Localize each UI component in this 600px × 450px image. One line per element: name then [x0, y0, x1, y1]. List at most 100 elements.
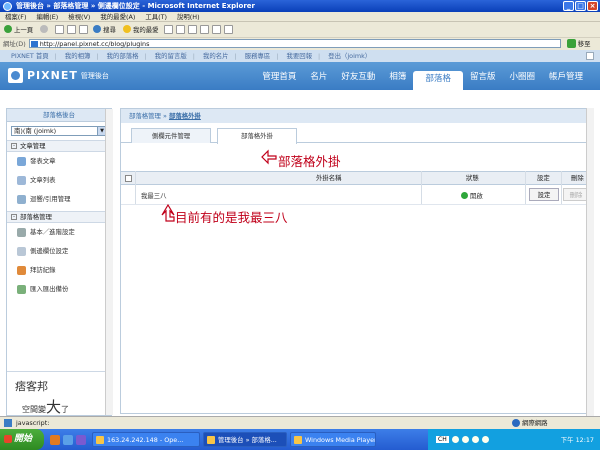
section-articles[interactable]: - 文章管理 [7, 140, 111, 152]
tray-icon[interactable] [481, 436, 489, 443]
nav-groups[interactable]: 小圈圈 [502, 70, 542, 90]
task-opera[interactable]: 163.24.242.148 - Ope... [92, 432, 200, 447]
clock: 下午 12:17 [560, 436, 594, 444]
history-icon[interactable] [175, 24, 185, 34]
task-ie[interactable]: 管理後台 » 部落格... [203, 432, 287, 447]
address-input[interactable]: http://panel.pixnet.cc/blog/plugins [28, 39, 561, 48]
tab-sidebar-widgets[interactable]: 側欄元件管理 [131, 128, 211, 143]
start-button[interactable]: 開始 [0, 429, 44, 450]
ie-icon[interactable] [63, 434, 73, 445]
go-arrow-icon [566, 39, 576, 48]
sidebar-scrollbar[interactable] [105, 109, 113, 415]
sidebar-item-post-list[interactable]: 文章列表 [7, 171, 111, 190]
nav-guestbook[interactable]: 留言版 [463, 70, 503, 90]
page-icon [4, 419, 12, 427]
search-button[interactable]: 搜尋 [91, 24, 118, 35]
topnav-link[interactable]: 服務專區 [242, 52, 274, 60]
sidebar-item-sidebar-settings[interactable]: 側邊欄位設定 [7, 242, 111, 261]
blog-select[interactable]: 南)(南 (joimk) ▼ [11, 126, 107, 136]
nav-friends[interactable]: 好友互動 [334, 70, 382, 90]
main-nav: 管理首頁 名片 好友互動 相簿 部落格 留言版 小圈圈 帳戶管理 [255, 62, 590, 90]
menu-help[interactable]: 說明(H) [172, 12, 205, 21]
topnav-link[interactable]: PIXNET 首頁 [8, 52, 52, 60]
content-scrollbar[interactable] [586, 108, 594, 416]
minimize-button[interactable]: _ [563, 1, 574, 11]
maximize-button[interactable]: □ [575, 1, 586, 11]
topnav-link[interactable]: 我的名片 [200, 52, 232, 60]
firefox-icon[interactable] [50, 434, 60, 445]
breadcrumb-parent[interactable]: 部落格管理 [129, 112, 161, 120]
annotation-current-plugin: 目前有的是我最三八 [175, 210, 288, 225]
favorites-button[interactable]: 我的最愛 [121, 24, 161, 35]
forward-button[interactable] [38, 24, 52, 35]
topnav-link[interactable]: 我的部落格 [104, 52, 142, 60]
media-player-icon[interactable] [76, 434, 86, 445]
close-button[interactable]: × [587, 1, 598, 11]
star-icon [122, 25, 131, 33]
menu-view[interactable]: 檢視(V) [63, 12, 95, 21]
address-bar: 網址(D) http://panel.pixnet.cc/blog/plugin… [0, 37, 600, 49]
col-delete: 刪除 [571, 174, 584, 182]
settings-button[interactable]: 設定 [529, 188, 559, 201]
section-blog-management[interactable]: - 部落格管理 [7, 211, 111, 223]
internet-zone-icon [512, 419, 520, 427]
topnav-link[interactable]: 我的相簿 [62, 52, 94, 60]
table-row: 我最三八 開啟 設定 刪除 [121, 185, 593, 205]
topnav-link[interactable]: 我的留言版 [152, 52, 190, 60]
nav-account[interactable]: 帳戶管理 [542, 70, 590, 90]
ie-logo-icon [3, 2, 12, 11]
nav-dashboard[interactable]: 管理首頁 [255, 70, 303, 90]
select-all-checkbox[interactable] [125, 175, 132, 182]
nav-blog[interactable]: 部落格 [413, 71, 463, 90]
tray-icon[interactable] [461, 436, 469, 443]
media-icon[interactable] [163, 24, 173, 34]
folder-icon[interactable] [223, 24, 233, 34]
tray-icon[interactable] [471, 436, 479, 443]
system-tray: CH 下午 12:17 [428, 429, 600, 450]
site-header: PIXNET 管理後台 管理首頁 名片 好友互動 相簿 部落格 留言版 小圈圈 … [0, 62, 600, 90]
forward-arrow-icon [40, 25, 49, 33]
main-content: 部落格管理 » 部落格外掛 側欄元件管理 部落格外掛 外掛名稱 狀態 設定 刪除… [120, 108, 594, 414]
sidebar-item-comments[interactable]: 迴響/引用管理 [7, 190, 111, 209]
collapse-icon: - [11, 214, 17, 220]
menu-edit[interactable]: 編輯(E) [31, 12, 63, 21]
topnav-link[interactable]: 我要回報 [283, 52, 315, 60]
language-indicator[interactable]: CH [436, 436, 449, 443]
window-titlebar: 管理後台 » 部落格管理 » 側邊欄位設定 - Microsoft Intern… [0, 0, 600, 12]
go-button[interactable]: 移至 [566, 39, 590, 48]
address-label: 網址(D) [3, 40, 26, 48]
sidebar-item-backup[interactable]: 匯入匯出備份 [7, 280, 111, 299]
menu-favorites[interactable]: 我的最愛(A) [95, 12, 140, 21]
refresh-icon[interactable] [67, 24, 77, 34]
plugin-name[interactable]: 我最三八 [141, 191, 167, 200]
mail-icon[interactable] [187, 24, 197, 34]
zone-text: 網際網路 [522, 419, 548, 427]
page-icon [30, 41, 38, 47]
table-header: 外掛名稱 狀態 設定 刪除 [121, 171, 593, 185]
task-media-player[interactable]: Windows Media Player [290, 432, 376, 447]
stop-icon[interactable] [55, 24, 65, 34]
tray-icon[interactable] [451, 436, 459, 443]
logout-link[interactable]: 登出（joimk） [325, 52, 374, 60]
toolbar: 上一頁 搜尋 我的最愛 [0, 22, 600, 36]
sidebar-title: 部落格後台 [7, 109, 111, 122]
menu-file[interactable]: 檔案(F) [0, 12, 31, 21]
sidebar-item-visits[interactable]: 拜訪紀錄 [7, 261, 111, 280]
promo-banner[interactable]: 痞客邦 空間變大了 [7, 371, 111, 415]
menu-tools[interactable]: 工具(T) [140, 12, 172, 21]
sidebar-item-new-post[interactable]: 發表文章 [7, 152, 111, 171]
sub-tabs: 側欄元件管理 部落格外掛 [121, 123, 593, 144]
back-button[interactable]: 上一頁 [2, 24, 35, 35]
sidebar-item-settings[interactable]: 基本／進階設定 [7, 223, 111, 242]
home-icon[interactable] [79, 24, 89, 34]
nav-profile[interactable]: 名片 [303, 70, 334, 90]
tab-blog-plugins[interactable]: 部落格外掛 [217, 128, 297, 144]
print-icon[interactable] [199, 24, 209, 34]
notification-icon[interactable] [586, 52, 594, 60]
edit-icon[interactable] [211, 24, 221, 34]
annotation-arrow-icon [261, 149, 277, 165]
pixnet-logo[interactable]: PIXNET 管理後台 [8, 68, 109, 83]
col-name: 外掛名稱 [316, 174, 342, 182]
nav-album[interactable]: 相簿 [382, 70, 413, 90]
annotation-plugins: 部落格外掛 [278, 154, 341, 169]
